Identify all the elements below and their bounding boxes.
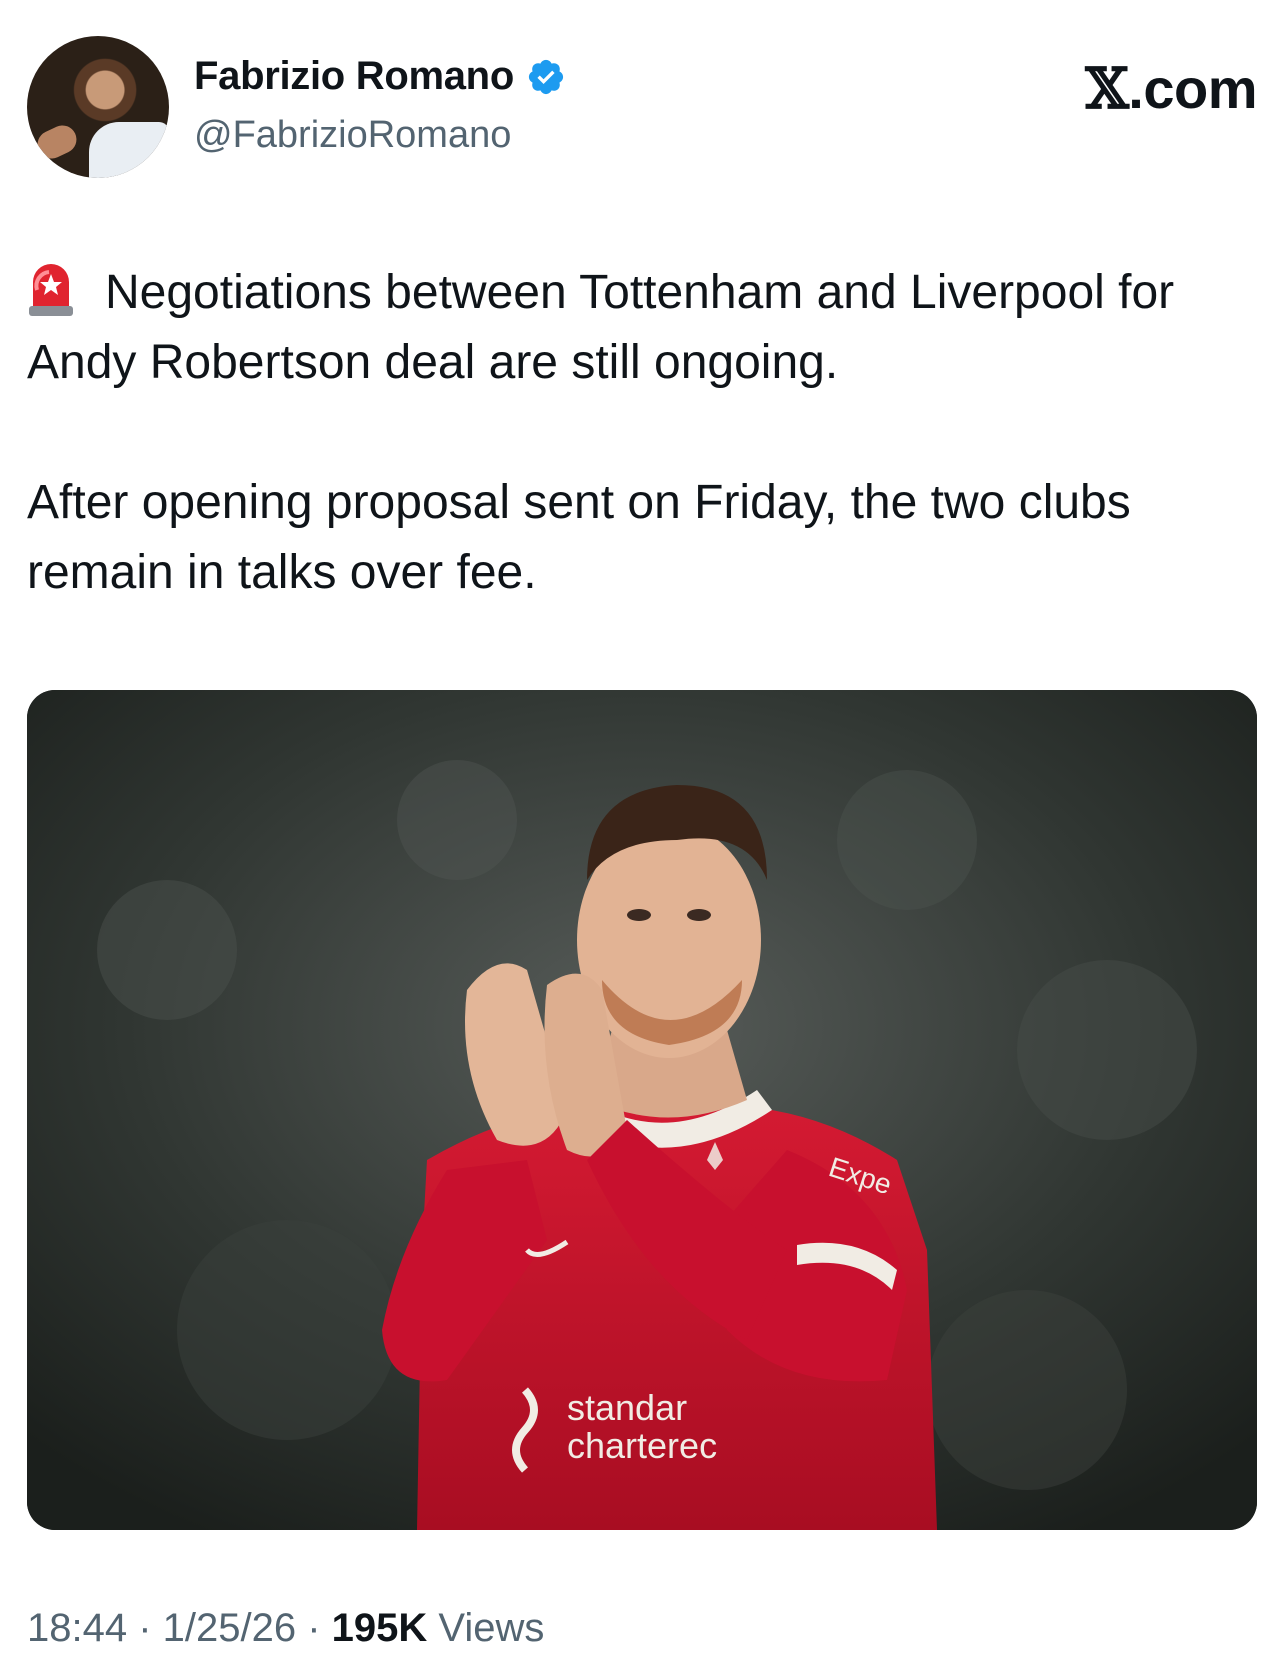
- avatar-shirt: [89, 122, 169, 178]
- user-handle[interactable]: @FabrizioRomano: [194, 114, 511, 157]
- x-brand-logo: 𝕏.com: [1085, 56, 1257, 122]
- shirt-sponsor-line-1: standar: [567, 1387, 687, 1428]
- rotating-light-icon: [29, 264, 73, 316]
- tweet-meta: 18:44 · 1/25/26 · 195K Views: [27, 1606, 544, 1651]
- player-photo: standar charterec Expe: [27, 690, 1257, 1530]
- x-logo-icon: 𝕏: [1085, 56, 1129, 122]
- tweet-media-photo[interactable]: standar charterec Expe: [27, 690, 1257, 1530]
- display-name[interactable]: Fabrizio Romano: [194, 54, 514, 99]
- name-row: Fabrizio Romano: [194, 54, 566, 99]
- views-label: Views: [427, 1606, 545, 1650]
- meta-separator-1: ·: [127, 1606, 163, 1650]
- tweet-header: Fabrizio Romano @FabrizioRomano 𝕏.com: [27, 36, 1257, 186]
- tweet-text: Negotiations between Tottenham and Liver…: [27, 258, 1257, 608]
- tweet-line-1: Negotiations between Tottenham and Liver…: [27, 266, 1175, 389]
- brand-domain: .com: [1128, 57, 1257, 120]
- tweet-time[interactable]: 18:44: [27, 1606, 127, 1650]
- tweet-paragraph-1: Negotiations between Tottenham and Liver…: [27, 258, 1257, 398]
- meta-separator-2: ·: [296, 1606, 332, 1650]
- shirt-sponsor-line-2: charterec: [567, 1425, 717, 1466]
- verified-badge-icon: [528, 59, 564, 94]
- avatar[interactable]: [27, 36, 169, 178]
- tweet-date[interactable]: 1/25/26: [163, 1606, 296, 1650]
- tweet-paragraph-2: After opening proposal sent on Friday, t…: [27, 476, 1131, 599]
- avatar-hand: [32, 120, 82, 164]
- views-count[interactable]: 195K: [332, 1606, 428, 1650]
